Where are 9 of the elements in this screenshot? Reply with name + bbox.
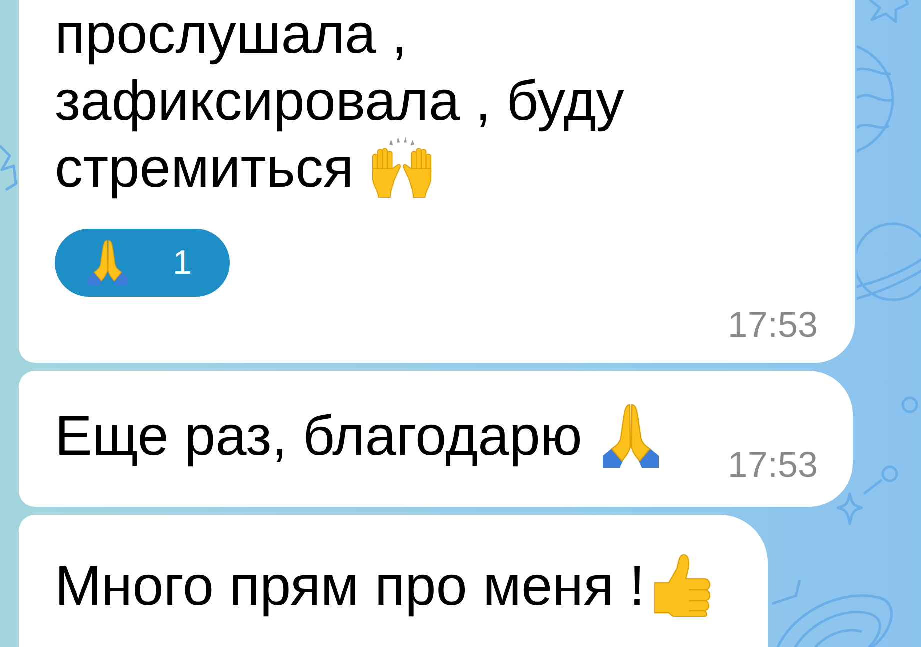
message-time: 17:53 (728, 444, 818, 485)
raised-hands-icon (370, 136, 434, 198)
message-text: Еще раз, благодарю (55, 404, 582, 467)
praying-hands-icon (85, 240, 131, 286)
message-time: 17:53 (728, 305, 818, 345)
message-text: прослушала , зафиксировала , буду стремиться (55, 2, 624, 199)
message-text: Много прям про меня ! (55, 554, 646, 617)
circle-doodle-drawing (901, 396, 919, 414)
reaction-button[interactable]: 1 (55, 229, 230, 297)
